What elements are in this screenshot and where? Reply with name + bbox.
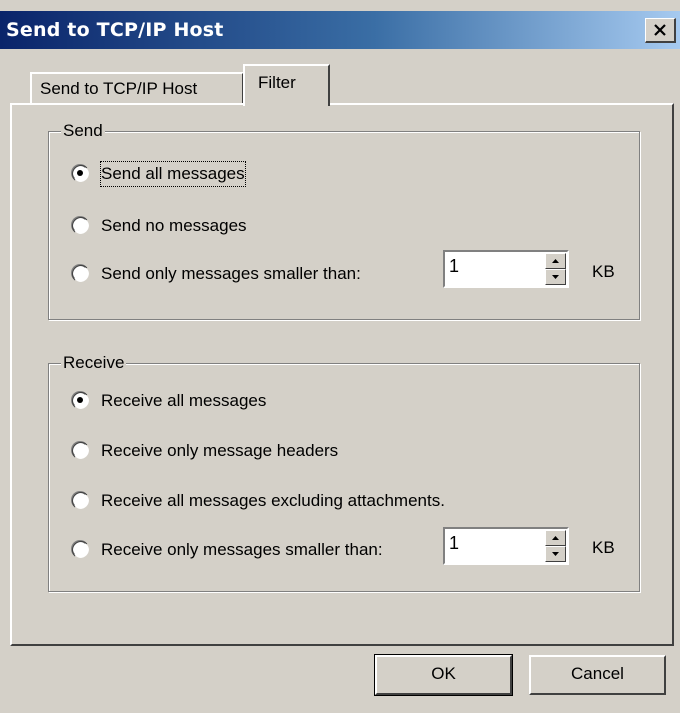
radio-label: Send no messages xyxy=(101,216,247,235)
send-group-title: Send xyxy=(61,120,105,142)
ok-button[interactable]: OK xyxy=(374,654,513,696)
radio-receive-smaller-than[interactable]: Receive only messages smaller than: xyxy=(71,538,441,562)
window-title: Send to TCP/IP Host xyxy=(6,19,224,41)
radio-label: Receive only messages smaller than: xyxy=(101,540,383,559)
radio-label: Send all messages xyxy=(100,161,246,187)
radio-button[interactable] xyxy=(71,264,90,283)
tab-send-to-tcpip-host[interactable]: Send to TCP/IP Host xyxy=(30,72,244,104)
arrow-down-icon xyxy=(552,552,559,556)
title-bar[interactable]: Send to TCP/IP Host xyxy=(0,11,680,49)
tab-filter[interactable]: Filter xyxy=(243,64,330,106)
arrow-down-icon xyxy=(552,275,559,279)
close-icon xyxy=(654,24,666,36)
radio-receive-excluding-attachments[interactable]: Receive all messages excluding attachmen… xyxy=(71,489,531,513)
radio-button[interactable] xyxy=(71,491,90,510)
tab-label: Send to TCP/IP Host xyxy=(40,79,198,98)
radio-button-checked[interactable] xyxy=(71,391,90,410)
receive-size-value[interactable]: 1 xyxy=(449,533,459,554)
radio-send-smaller-than[interactable]: Send only messages smaller than: xyxy=(71,262,421,286)
radio-send-all[interactable]: Send all messages xyxy=(71,161,281,187)
radio-button[interactable] xyxy=(71,216,90,235)
radio-send-none[interactable]: Send no messages xyxy=(71,214,291,238)
receive-group-title: Receive xyxy=(61,352,127,374)
arrow-up-icon xyxy=(552,536,559,540)
arrow-up-icon xyxy=(552,259,559,263)
radio-label: Receive only message headers xyxy=(101,441,339,460)
radio-label: Receive all messages excluding attachmen… xyxy=(101,491,445,510)
spin-up-button[interactable] xyxy=(545,530,566,546)
receive-size-spinner[interactable]: 1 xyxy=(443,527,569,565)
cancel-button[interactable]: Cancel xyxy=(529,655,666,695)
send-size-unit: KB xyxy=(592,262,615,281)
tab-label: Filter xyxy=(258,73,296,92)
spin-down-button[interactable] xyxy=(545,546,566,562)
send-size-spinner[interactable]: 1 xyxy=(443,250,569,288)
radio-button-checked[interactable] xyxy=(71,164,90,183)
send-to-tcpip-host-dialog: Send to TCP/IP Host Send to TCP/IP Host … xyxy=(0,0,680,713)
radio-button[interactable] xyxy=(71,441,90,460)
radio-receive-all[interactable]: Receive all messages xyxy=(71,389,331,413)
close-button[interactable] xyxy=(645,18,676,43)
radio-label: Receive all messages xyxy=(101,391,267,410)
spin-down-button[interactable] xyxy=(545,269,566,285)
receive-size-unit: KB xyxy=(592,538,615,557)
spin-up-button[interactable] xyxy=(545,253,566,269)
radio-label: Send only messages smaller than: xyxy=(101,264,361,283)
radio-button[interactable] xyxy=(71,540,90,559)
send-size-value[interactable]: 1 xyxy=(449,256,459,277)
radio-receive-headers[interactable]: Receive only message headers xyxy=(71,439,401,463)
